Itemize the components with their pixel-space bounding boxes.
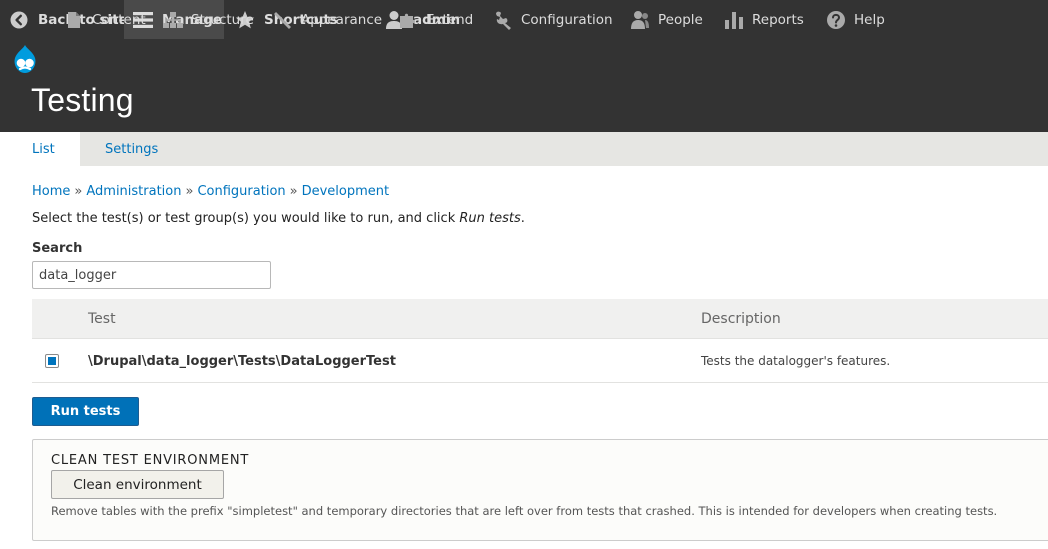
test-table: Test Description \Drupal\data_logger\Tes… bbox=[32, 299, 1048, 383]
test-name: \Drupal\data_logger\Tests\DataLoggerTest bbox=[88, 353, 396, 369]
bar-chart-icon bbox=[724, 10, 744, 30]
nav-content[interactable]: Content bbox=[64, 0, 146, 39]
breadcrumb-configuration[interactable]: Configuration bbox=[197, 184, 285, 199]
people-icon bbox=[630, 10, 650, 30]
intro-suffix: . bbox=[520, 211, 525, 226]
clean-environment-button[interactable]: Clean environment bbox=[51, 470, 224, 499]
structure-icon bbox=[163, 10, 183, 30]
nav-structure[interactable]: Structure bbox=[163, 0, 254, 39]
intro-main: Select the test(s) or test group(s) you … bbox=[32, 211, 460, 226]
drupal-logo-icon[interactable] bbox=[9, 43, 41, 75]
table-row: \Drupal\data_logger\Tests\DataLoggerTest… bbox=[32, 339, 1048, 383]
nav-appearance-label: Appearance bbox=[301, 11, 383, 28]
intro-emphasis: Run tests bbox=[459, 211, 521, 226]
nav-people-label: People bbox=[658, 11, 703, 28]
search-input[interactable] bbox=[32, 261, 271, 289]
breadcrumb-home[interactable]: Home bbox=[32, 184, 70, 199]
breadcrumb-administration[interactable]: Administration bbox=[86, 184, 181, 199]
nav-extend[interactable]: Extend bbox=[398, 0, 473, 39]
page-title: Testing bbox=[31, 82, 134, 118]
clean-environment-description: Remove tables with the prefix "simpletes… bbox=[51, 504, 998, 518]
nav-configuration[interactable]: Configuration bbox=[493, 0, 613, 39]
nav-extend-label: Extend bbox=[426, 11, 474, 28]
back-arrow-icon bbox=[8, 9, 30, 31]
column-header-test: Test bbox=[88, 311, 116, 327]
puzzle-icon bbox=[398, 10, 418, 30]
test-checkbox[interactable] bbox=[45, 354, 59, 368]
file-icon bbox=[64, 10, 84, 30]
breadcrumb: Home» Administration» Configuration» Develo… bbox=[32, 184, 389, 199]
table-header: Test Description bbox=[32, 299, 1048, 339]
nav-help-label: Help bbox=[854, 11, 885, 28]
nav-people[interactable]: People bbox=[630, 0, 703, 39]
breadcrumb-separator: » bbox=[289, 184, 298, 199]
nav-reports[interactable]: Reports bbox=[724, 0, 804, 39]
nav-content-label: Content bbox=[92, 11, 146, 28]
breadcrumb-development[interactable]: Development bbox=[302, 184, 390, 199]
admin-tray bbox=[0, 39, 1048, 78]
wrench-icon bbox=[493, 10, 513, 30]
tab-settings[interactable]: Settings bbox=[80, 132, 176, 166]
paintbrush-icon bbox=[273, 10, 293, 30]
nav-configuration-label: Configuration bbox=[521, 11, 613, 28]
tab-list[interactable]: List bbox=[0, 132, 80, 166]
column-header-description: Description bbox=[701, 311, 781, 327]
nav-reports-label: Reports bbox=[752, 11, 804, 28]
intro-text: Select the test(s) or test group(s) you … bbox=[32, 211, 525, 226]
nav-structure-label: Structure bbox=[191, 11, 254, 28]
nav-appearance[interactable]: Appearance bbox=[273, 0, 382, 39]
page-header bbox=[0, 78, 1048, 132]
breadcrumb-separator: » bbox=[74, 184, 83, 199]
test-description: Tests the datalogger's features. bbox=[701, 354, 891, 368]
checkbox-checked-mark bbox=[48, 357, 56, 365]
search-label: Search bbox=[32, 241, 83, 256]
breadcrumb-separator: » bbox=[185, 184, 194, 199]
run-tests-button[interactable]: Run tests bbox=[32, 397, 139, 426]
help-icon bbox=[826, 10, 846, 30]
clean-environment-legend: CLEAN TEST ENVIRONMENT bbox=[51, 453, 250, 468]
nav-help[interactable]: Help bbox=[826, 0, 885, 39]
